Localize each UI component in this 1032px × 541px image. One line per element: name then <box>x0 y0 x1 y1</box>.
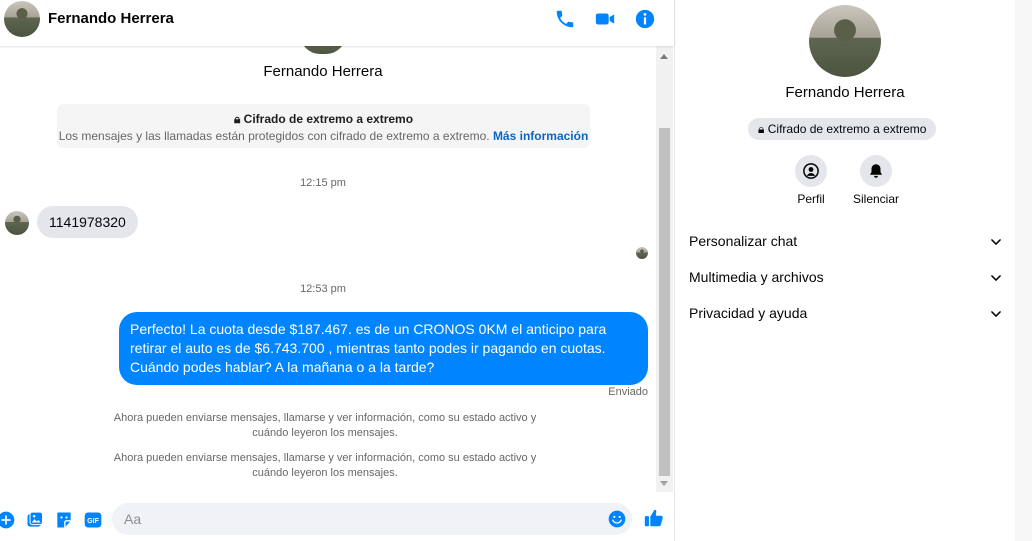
chevron-down-icon <box>991 239 1001 245</box>
video-icon[interactable] <box>594 8 616 30</box>
system-notice: Ahora pueden enviarse mensajes, llamarse… <box>113 452 537 479</box>
conversation-title: Fernando Herrera <box>263 63 383 80</box>
encryption-notice: 🔒︎ Cifrado de extremo a extremo Los mens… <box>57 104 590 148</box>
section-label: Privacidad y ayuda <box>689 305 808 321</box>
phone-icon[interactable] <box>554 8 576 30</box>
message-status: Enviado <box>608 386 648 398</box>
encryption-title: Cifrado de extremo a extremo <box>243 112 414 126</box>
conversation-avatar <box>300 46 346 54</box>
profile-icon <box>803 163 819 179</box>
plus-icon[interactable] <box>0 510 16 530</box>
svg-text:GIF: GIF <box>87 517 99 525</box>
encryption-badge-label: Cifrado de extremo a extremo <box>767 122 927 136</box>
profile-avatar[interactable] <box>809 5 881 77</box>
scroll-up-arrow[interactable] <box>660 54 668 59</box>
profile-panel: Fernando Herrera 🔒︎ Cifrado de extremo a… <box>675 0 1015 541</box>
composer: GIF <box>0 494 674 541</box>
mute-label: Silenciar <box>852 192 900 206</box>
section-privacy-help[interactable]: Privacidad y ayuda <box>689 305 1005 325</box>
scrollbar-thumb[interactable] <box>659 128 670 476</box>
lock-icon: 🔒︎ <box>758 122 765 136</box>
incoming-message[interactable]: 1141978320 <box>37 206 138 238</box>
lock-icon: 🔒︎ <box>233 112 241 126</box>
timestamp: 12:53 pm <box>300 283 346 295</box>
profile-label: Perfil <box>797 192 825 206</box>
sender-avatar <box>5 211 29 235</box>
bell-icon <box>870 164 882 178</box>
chevron-down-icon <box>991 275 1001 281</box>
section-label: Multimedia y archivos <box>689 269 824 285</box>
info-icon[interactable] <box>634 8 656 30</box>
encryption-badge[interactable]: 🔒︎ Cifrado de extremo a extremo <box>748 118 937 140</box>
contact-avatar[interactable] <box>4 1 40 37</box>
section-media-files[interactable]: Multimedia y archivos <box>689 269 1005 289</box>
contact-name[interactable]: Fernando Herrera <box>48 10 174 27</box>
chevron-down-icon <box>991 311 1001 317</box>
message-list: Fernando Herrera 🔒︎ Cifrado de extremo a… <box>0 46 656 492</box>
timestamp: 12:15 pm <box>300 177 346 189</box>
section-label: Personalizar chat <box>689 233 798 249</box>
seen-avatar <box>636 247 648 259</box>
system-notice: Ahora pueden enviarse mensajes, llamarse… <box>113 412 537 439</box>
sticker-icon[interactable] <box>54 510 74 530</box>
more-info-link[interactable]: Más información <box>493 129 588 143</box>
emoji-icon[interactable] <box>607 509 627 529</box>
like-icon[interactable] <box>643 507 665 529</box>
image-icon[interactable] <box>25 510 45 530</box>
profile-button[interactable]: Perfil <box>781 155 841 206</box>
chat-area: Fernando Herrera Fernando Herrera 🔒︎ Cif… <box>0 0 674 541</box>
scroll-down-arrow[interactable] <box>660 481 668 486</box>
chat-header: Fernando Herrera <box>0 0 674 46</box>
encryption-body: Los mensajes y las llamadas están proteg… <box>58 129 490 143</box>
outgoing-message[interactable]: Perfecto! La cuota desde $187.467. es de… <box>119 312 648 385</box>
profile-name: Fernando Herrera <box>785 84 905 101</box>
gif-icon[interactable]: GIF <box>83 510 103 530</box>
message-input[interactable] <box>112 503 632 535</box>
section-customize-chat[interactable]: Personalizar chat <box>689 233 1005 253</box>
mute-button[interactable]: Silenciar <box>846 155 906 206</box>
message-scrollbar[interactable] <box>656 46 673 492</box>
window-edge <box>1015 0 1032 541</box>
